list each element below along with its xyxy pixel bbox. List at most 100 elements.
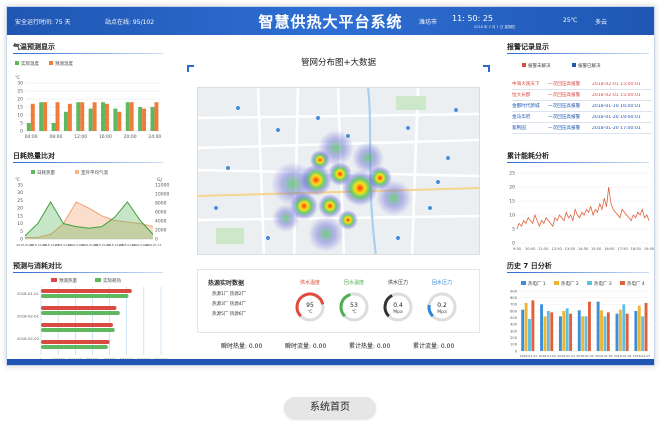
x-tick-label: 12:00 [74,134,87,140]
legend-label: 热电厂 3 [594,280,612,287]
y2-tick-label: 2000 [155,228,167,234]
heat-source-panel: 热源实时数据 热源1厂 热源2厂 热源3厂 热源4厂 热源5厂 热源6厂 供水温… [197,269,480,333]
bar-forecast [55,102,60,131]
bar-plant-3 [584,316,588,351]
gauge-value: 0.2 [437,302,447,309]
history-bar-chart: 热电厂 1 热电厂 2 热电厂 3 热电厂 4 0 100 200 300 400 500 600 7… [510,280,651,358]
divider [507,162,649,163]
alarm-time: 2018-01-20 17:00:01 [592,125,641,131]
bar-predict [41,323,113,327]
pipe-network-heatmap[interactable] [197,87,480,255]
bar-actual [125,102,130,131]
heat-spot [318,194,342,218]
gauge-value: 0.4 [393,302,403,309]
legend-unresolved: 报警未解决 [528,62,551,69]
heat-source-row[interactable]: 热源1厂 热源2厂 [212,291,246,297]
alarm-row[interactable]: 恒大长郡 一次回压高报警 2018-02-01 15:00:01 [512,90,652,101]
y-unit: ℃ [15,75,20,81]
alarm-type: 一次回压高报警 [548,115,581,120]
y-tick-label: 0 [515,349,518,353]
y2-tick-label: 4000 [155,219,167,225]
total-heat: 累计热量: 0.00 [349,343,391,350]
total-flow: 累计流量: 0.00 [413,343,455,350]
gauge-title: 回水温度 [344,279,364,286]
dashboard-frame: 安全运行时间: 75 天 站点在线: 95/102 智慧供热大平台系统 潍坊市 … [6,6,655,366]
x-tick-label: 10:50 [525,247,536,251]
gauge-value: 53 [350,302,358,309]
heat-source-row[interactable]: 热源5厂 热源6厂 [212,311,246,317]
y-tick-label: 10 [17,113,23,119]
x-tick-label: 12:50 [551,247,562,251]
alarm-row[interactable]: 金都时代新城 一次回压高报警 2018-01-10 16:00:01 [512,101,652,112]
bar-plant-1 [521,309,525,351]
x-tick-label: 2018-01-07 [633,354,651,358]
bar-plant-2 [543,316,547,351]
alarm-row[interactable]: 中海大观天下 一次回压高报警 2018-02-01 15:00:01 [512,79,652,90]
map-poi-icon [265,235,271,241]
right-unit: GJ [157,177,162,183]
x-tick-label: 16:00 [99,134,112,140]
temp-forecast-title: 气温预测显示 [13,43,55,51]
instant-heat: 瞬时热量: 0.00 [221,343,263,350]
divider [13,162,163,163]
bar-actual [138,107,143,131]
heat-halo [308,216,344,252]
gauge-title: 回水压力 [432,279,452,286]
alarm-title: 报警记录显示 [507,43,549,51]
frame-corner [483,65,490,72]
top-header: 安全运行时间: 75 天 站点在线: 95/102 智慧供热大平台系统 潍坊市 … [7,7,654,35]
instant-flow: 瞬时流量: 0.00 [285,343,327,350]
y-tick-label: 5 [20,229,23,235]
gauge-title: 供水压力 [388,279,408,286]
bar-forecast [142,108,147,131]
legend-swatch-temp [75,170,79,174]
y-tick-label: 2018-01-01 [17,291,40,296]
legend-swatch-forecast [49,61,53,65]
y-tick-label: 25 [509,171,515,177]
y-tick-label: 500 [510,316,518,320]
map-poi-icon [453,107,459,113]
alarm-row[interactable]: 紫荆园 一次回压高报警 2018-01-20 17:00:01 [512,123,652,134]
y-tick-label: 900 [510,289,518,293]
daily-heat-title: 日耗热量比对 [13,152,55,160]
bar-actual [26,123,31,131]
map-poi-icon [235,105,241,111]
y-tick-label: 0 [20,129,23,135]
heat-source-row[interactable]: 热源3厂 热源4厂 [212,301,246,307]
y-tick-label: 400 [510,323,518,327]
forecast-compare-chart: 预测热量 实际耗热 010000020000030000040000050000… [17,277,169,362]
alarm-site: 紫荆园 [512,126,526,131]
map-poi-icon [427,205,433,211]
map-canvas[interactable] [198,88,480,255]
x-tick-label: 13:50 [565,247,576,251]
legend-actual-use: 实际耗热 [103,277,121,284]
map-poi-icon [213,205,219,211]
alarm-row[interactable]: 金马华府 一次回压高报警 2018-01-20 19:00:01 [512,112,652,123]
y-tick-label: 5 [20,121,23,127]
alarm-time: 2018-01-20 19:00:01 [592,114,641,120]
y2-tick-label: 6000 [155,210,167,216]
city-label: 潍坊市 [419,19,438,26]
bar-plant-3 [622,304,626,351]
map-title: 管网分布图+大数据 [300,58,377,68]
y-tick-label: 2018-02-02 [17,336,40,341]
alarm-site: 恒大长郡 [512,93,531,98]
alarm-legend: 报警未解决 报警已解决 [522,62,601,69]
y-tick-label: 0 [20,237,23,243]
y-tick-label: 800 [510,296,518,300]
alarm-time: 2018-02-01 15:00:01 [592,92,641,98]
x-tick-label: 2018-01-11 [144,243,162,247]
left-unit: ℃ [15,177,20,183]
bar-actual [88,108,93,131]
bar-plant-3 [641,316,645,351]
legend-temp: 室外平均气温 [81,169,108,176]
gauge-group: 供水温度95℃回水温度53℃供水压力0.4Mpa回水压力0.2Mpa [295,279,457,322]
y-tick-label: 700 [510,303,518,307]
x-tick-label: 08:00 [49,134,62,140]
bar-plant-4 [569,313,573,351]
energy-title: 累计能耗分析 [507,152,549,160]
y-tick-label: 15 [17,213,23,219]
gauge-unit: Mpa [437,309,447,315]
bar-forecast [67,103,72,131]
legend-swatch [587,281,592,285]
